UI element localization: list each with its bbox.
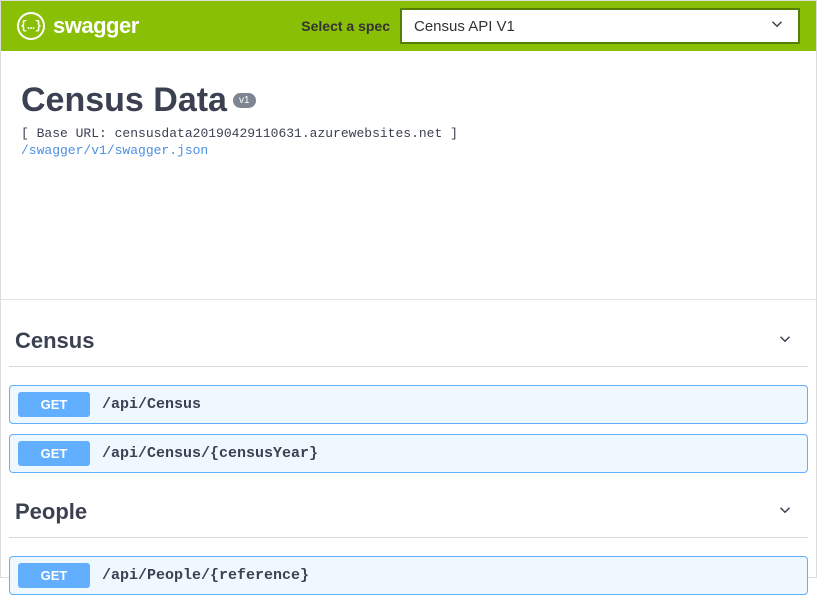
topbar: {…} swagger Select a spec Census API V1: [1, 1, 816, 51]
brand-text: swagger: [53, 13, 139, 39]
main-content: Census Data v1 [ Base URL: censusdata201…: [1, 51, 816, 179]
spec-select[interactable]: Census API V1: [400, 8, 800, 44]
operation-row[interactable]: GET /api/Census/{censusYear}: [9, 434, 808, 473]
spec-label: Select a spec: [301, 18, 390, 34]
operation-path: /api/Census/{censusYear}: [102, 445, 318, 462]
tag-name: People: [15, 499, 87, 525]
operation-path: /api/Census: [102, 396, 201, 413]
version-badge: v1: [233, 93, 256, 108]
operation-row[interactable]: GET /api/People/{reference}: [9, 556, 808, 595]
method-badge-get: GET: [18, 441, 90, 466]
spec-selector-wrap: Select a spec Census API V1: [301, 8, 800, 44]
tag-header-people[interactable]: People: [9, 491, 808, 538]
tag-block-people: People GET /api/People/{reference}: [9, 491, 808, 603]
tag-block-census: Census GET /api/Census GET /api/Census/{…: [9, 320, 808, 481]
chevron-down-icon: [768, 15, 786, 37]
operation-path: /api/People/{reference}: [102, 567, 309, 584]
spec-selected-value: Census API V1: [414, 18, 515, 35]
method-badge-get: GET: [18, 563, 90, 588]
swagger-logo-icon: {…}: [17, 12, 45, 40]
operation-row[interactable]: GET /api/Census: [9, 385, 808, 424]
base-url: [ Base URL: censusdata20190429110631.azu…: [21, 126, 796, 141]
operations-census: GET /api/Census GET /api/Census/{censusY…: [9, 367, 808, 481]
method-badge-get: GET: [18, 392, 90, 417]
swagger-json-link[interactable]: /swagger/v1/swagger.json: [21, 143, 208, 158]
operations-people: GET /api/People/{reference}: [9, 538, 808, 603]
api-title: Census Data: [21, 81, 227, 120]
tags-section: Census GET /api/Census GET /api/Census/{…: [1, 300, 816, 613]
title-row: Census Data v1: [21, 81, 796, 120]
chevron-down-icon: [776, 501, 794, 524]
chevron-down-icon: [776, 330, 794, 353]
tag-header-census[interactable]: Census: [9, 320, 808, 367]
tag-name: Census: [15, 328, 94, 354]
brand: {…} swagger: [17, 12, 139, 40]
